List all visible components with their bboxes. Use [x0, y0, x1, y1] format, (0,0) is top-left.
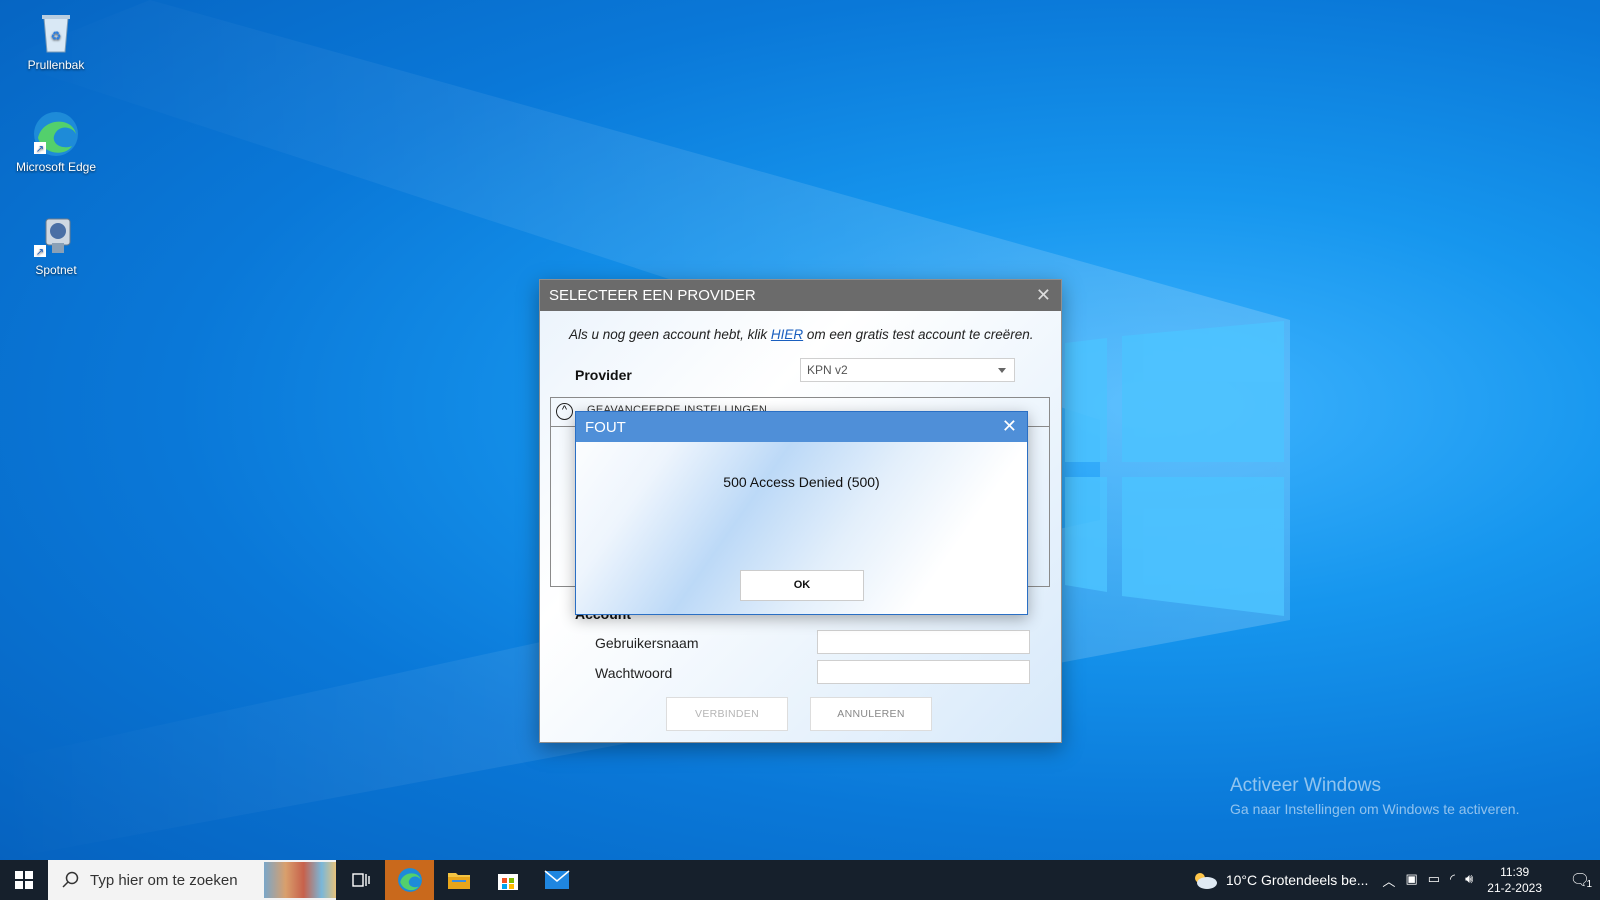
notification-center-button[interactable]: 🗨︎ 1: [1560, 870, 1600, 890]
svg-text:↗: ↗: [36, 144, 44, 155]
clock-date: 21-2-2023: [1487, 881, 1542, 895]
error-title: FOUT: [585, 418, 626, 436]
search-box[interactable]: Typ hier om te zoeken: [48, 860, 336, 900]
collapse-icon[interactable]: ^: [556, 403, 573, 420]
svg-text:♻: ♻: [51, 29, 62, 43]
username-label: Gebruikersnaam: [595, 635, 699, 651]
create-account-link[interactable]: HIER: [771, 327, 803, 342]
mail-icon[interactable]: [532, 860, 581, 900]
error-message: 500 Access Denied (500): [723, 474, 880, 490]
dialog-title: SELECTEER EEN PROVIDER: [549, 287, 756, 304]
desktop-icon-label: Spotnet: [35, 263, 77, 277]
weather-widget[interactable]: 10°C Grotendeels be...: [1192, 870, 1369, 890]
desktop-icon-label: Microsoft Edge: [15, 160, 97, 174]
svg-text:↗: ↗: [36, 247, 44, 258]
clock-time: 11:39: [1500, 865, 1530, 879]
password-field[interactable]: [817, 660, 1030, 684]
error-dialog: FOUT ✕ 500 Access Denied (500) OK: [575, 411, 1028, 615]
close-icon[interactable]: ✕: [1036, 285, 1051, 306]
battery-icon[interactable]: ▭: [1428, 871, 1440, 890]
start-button[interactable]: [0, 860, 48, 900]
edge-icon[interactable]: [385, 860, 434, 900]
error-titlebar[interactable]: FOUT ✕: [576, 412, 1027, 442]
cloud-icon: [1194, 873, 1217, 889]
close-icon[interactable]: ✕: [1002, 416, 1017, 437]
connect-button[interactable]: VERBINDEN: [666, 697, 788, 731]
clock[interactable]: 11:39 21-2-2023: [1487, 864, 1542, 896]
intro-text: Als u nog geen account hebt, klik HIER o…: [569, 327, 1034, 342]
search-highlight-image[interactable]: [264, 862, 336, 898]
chevron-up-icon[interactable]: ︿: [1382, 871, 1395, 890]
search-icon: [62, 871, 79, 888]
spotnet-icon: ↗: [32, 213, 80, 261]
edge-icon: ↗: [32, 110, 80, 158]
store-icon[interactable]: [483, 860, 532, 900]
ok-button[interactable]: OK: [740, 570, 864, 601]
desktop-icon-edge[interactable]: ↗ Microsoft Edge: [11, 110, 101, 174]
provider-select[interactable]: KPN v2: [800, 358, 1015, 382]
tray-icons: ︿ ▣ ▭ ◜ 🔊︎: [1382, 871, 1473, 890]
notification-count: 1: [1586, 879, 1592, 890]
intro-before: Als u nog geen account hebt, klik: [569, 327, 771, 342]
chevron-down-icon: [998, 368, 1006, 373]
watermark-subtitle: Ga naar Instellingen om Windows te activ…: [1230, 801, 1520, 817]
volume-icon[interactable]: 🔊︎: [1465, 871, 1473, 890]
provider-label: Provider: [575, 367, 632, 383]
search-placeholder: Typ hier om te zoeken: [90, 871, 238, 889]
taskbar: Typ hier om te zoeken 10°C Grotendeels b…: [0, 860, 1600, 900]
file-explorer-icon[interactable]: [434, 860, 483, 900]
task-view-icon[interactable]: [336, 860, 385, 900]
weather-text: 10°C Grotendeels be...: [1225, 872, 1369, 888]
wifi-icon[interactable]: ◜: [1450, 871, 1455, 890]
desktop-icon-spotnet[interactable]: ↗ Spotnet: [11, 213, 101, 277]
recycle-bin-icon: ♻: [32, 8, 80, 56]
watermark-title: Activeer Windows: [1230, 775, 1381, 796]
activation-watermark: Activeer Windows Ga naar Instellingen om…: [1230, 775, 1519, 817]
username-field[interactable]: [817, 630, 1030, 654]
windows-icon: [15, 871, 33, 889]
cancel-button[interactable]: ANNULEREN: [810, 697, 932, 731]
dialog-titlebar[interactable]: SELECTEER EEN PROVIDER ✕: [540, 280, 1061, 311]
system-tray: 10°C Grotendeels be... ︿ ▣ ▭ ◜ 🔊︎ 11:39 …: [1192, 860, 1600, 900]
intro-after: om een gratis test account te creëren.: [803, 327, 1034, 342]
provider-value: KPN v2: [807, 363, 848, 377]
meet-icon[interactable]: ▣: [1405, 871, 1417, 890]
desktop-icon-prullenbak[interactable]: ♻ Prullenbak: [11, 8, 101, 72]
desktop-icon-label: Prullenbak: [27, 58, 85, 72]
password-label: Wachtwoord: [595, 665, 673, 681]
